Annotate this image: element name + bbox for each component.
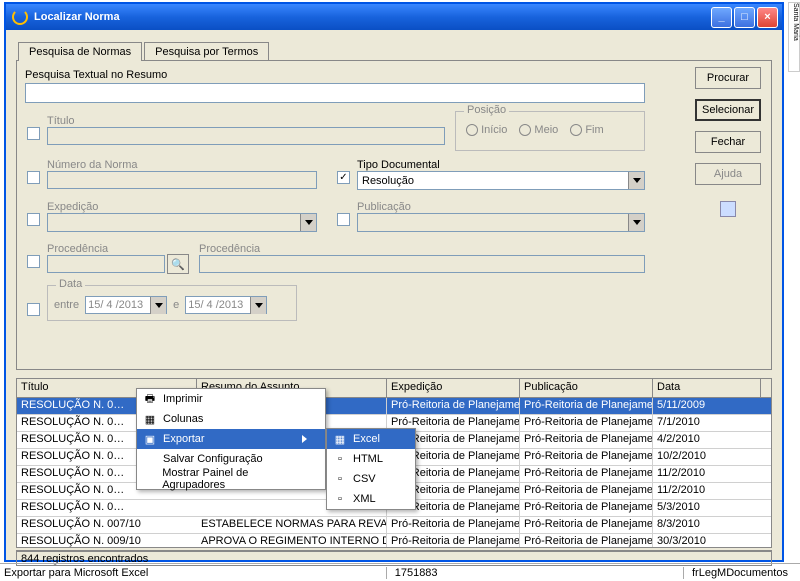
side-tab: Santa Maria <box>788 2 800 72</box>
pos-fim-radio[interactable] <box>570 124 582 136</box>
print-icon: 🖶 <box>141 391 159 407</box>
titulo-checkbox[interactable] <box>27 127 40 140</box>
app-icon <box>12 9 28 25</box>
ctx-colunas[interactable]: ▦Colunas <box>137 409 325 429</box>
export-icon: ▣ <box>141 431 159 447</box>
csv-icon: ▫ <box>331 471 349 487</box>
table-row[interactable]: RESOLUÇÃO N. 0……UFSM, SOBIPró-Reitoria d… <box>17 398 771 415</box>
ajuda-button[interactable]: Ajuda <box>695 163 761 185</box>
status-hint: Exportar para Microsoft Excel <box>4 567 148 579</box>
close-button[interactable]: × <box>757 7 778 28</box>
tab-pesquisa-normas[interactable]: Pesquisa de Normas <box>18 42 142 61</box>
export-xml[interactable]: ▫XML <box>327 489 415 509</box>
data-group: Data entre 15/ 4 /2013 e 15/ 4 /2013 <box>47 285 297 321</box>
pos-meio-radio[interactable] <box>519 124 531 136</box>
expedicao-checkbox[interactable] <box>27 213 40 226</box>
numero-label: Número da Norma <box>47 159 137 171</box>
ctx-imprimir[interactable]: 🖶Imprimir <box>137 389 325 409</box>
numero-checkbox[interactable] <box>27 171 40 184</box>
chevron-down-icon <box>250 297 266 314</box>
posicao-label: Posição <box>464 104 509 116</box>
excel-icon: ▦ <box>331 431 349 447</box>
window-title: Localizar Norma <box>34 11 120 23</box>
col-expedicao[interactable]: Expedição <box>387 379 520 397</box>
tab-pesquisa-termos[interactable]: Pesquisa por Termos <box>144 42 269 61</box>
tipo-doc-label: Tipo Documental <box>357 159 440 171</box>
status-form: frLegMDocumentos <box>683 567 796 579</box>
procedencia-name-input[interactable] <box>199 255 645 273</box>
publicacao-combo[interactable] <box>357 213 645 232</box>
expedicao-label: Expedição <box>47 201 98 213</box>
search-panel: Pesquisa Textual no Resumo Procurar Sele… <box>16 60 772 370</box>
document-icon <box>720 201 736 217</box>
publicacao-checkbox[interactable] <box>337 213 350 226</box>
date-to[interactable]: 15/ 4 /2013 <box>185 296 267 314</box>
data-label: Data <box>56 278 85 290</box>
columns-icon: ▦ <box>141 411 159 427</box>
tipo-doc-combo[interactable]: Resolução <box>357 171 645 190</box>
textual-search-input[interactable] <box>25 83 645 103</box>
minimize-button[interactable]: _ <box>711 7 732 28</box>
table-row[interactable]: RESOLUÇÃO N. 009/10APROVA O REGIMENTO IN… <box>17 534 771 548</box>
export-csv[interactable]: ▫CSV <box>327 469 415 489</box>
table-row[interactable]: RESOLUÇÃO N. 007/10ESTABELECE NORMAS PAR… <box>17 517 771 534</box>
xml-icon: ▫ <box>331 491 349 507</box>
fechar-button[interactable]: Fechar <box>695 131 761 153</box>
pos-inicio-radio[interactable] <box>466 124 478 136</box>
window: Localizar Norma _ □ × Pesquisa de Normas… <box>4 2 784 562</box>
ctx-exportar[interactable]: ▣Exportar <box>137 429 325 449</box>
textual-search-label: Pesquisa Textual no Resumo <box>25 69 763 81</box>
expedicao-combo[interactable] <box>47 213 317 232</box>
export-submenu: ▦Excel ▫HTML ▫CSV ▫XML <box>326 428 416 510</box>
procedencia1-label: Procedência <box>47 243 108 255</box>
html-icon: ▫ <box>331 451 349 467</box>
procedencia-checkbox[interactable] <box>27 255 40 268</box>
numero-input[interactable] <box>47 171 317 189</box>
chevron-down-icon <box>300 214 316 231</box>
grid-header: Título Resumo do Assunto Expedição Publi… <box>17 379 771 398</box>
procedencia-code-input[interactable] <box>47 255 165 273</box>
selecionar-button[interactable]: Selecionar <box>695 99 761 121</box>
procedencia2-label: Procedência <box>199 243 260 255</box>
tipo-checkbox[interactable]: ✓ <box>337 171 350 184</box>
chevron-down-icon <box>150 297 166 314</box>
context-menu: 🖶Imprimir ▦Colunas ▣Exportar Salvar Conf… <box>136 388 326 490</box>
titulo-label: Título <box>47 115 75 127</box>
titlebar: Localizar Norma _ □ × <box>6 4 782 30</box>
status-num: 1751883 <box>386 567 446 579</box>
col-data[interactable]: Data <box>653 379 761 397</box>
export-excel[interactable]: ▦Excel <box>327 429 415 449</box>
titulo-input[interactable] <box>47 127 445 145</box>
col-publicacao[interactable]: Publicação <box>520 379 653 397</box>
posicao-group: Posição Início Meio Fim <box>455 111 645 151</box>
ctx-mostrar-painel[interactable]: Mostrar Painel de Agrupadores <box>137 469 325 489</box>
procurar-button[interactable]: Procurar <box>695 67 761 89</box>
chevron-down-icon <box>628 214 644 231</box>
ctx-salvar-config[interactable]: Salvar Configuração <box>137 449 325 469</box>
procedencia-lookup-button[interactable]: 🔍 <box>167 254 189 274</box>
publicacao-label: Publicação <box>357 201 411 213</box>
export-html[interactable]: ▫HTML <box>327 449 415 469</box>
date-from[interactable]: 15/ 4 /2013 <box>85 296 167 314</box>
data-checkbox[interactable] <box>27 303 40 316</box>
maximize-button[interactable]: □ <box>734 7 755 28</box>
statusbar: Exportar para Microsoft Excel 1751883 fr… <box>0 563 800 581</box>
chevron-down-icon <box>628 172 644 189</box>
